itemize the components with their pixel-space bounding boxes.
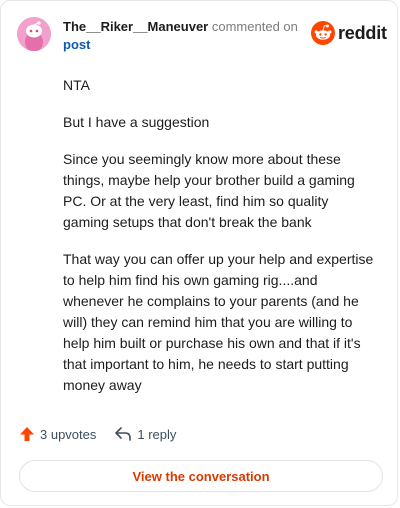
snoo-avatar-icon	[17, 17, 51, 51]
upvote-arrow-icon	[20, 427, 34, 441]
upvote-count[interactable]: 3 upvotes	[19, 426, 96, 442]
comment-paragraph: That way you can offer up your help and …	[63, 251, 374, 393]
comment-paragraph: Since you seemingly know more about thes…	[63, 151, 355, 230]
action-text: commented on	[211, 19, 298, 34]
upvote-label: 3 upvotes	[40, 426, 97, 442]
comment-body: NTA But I have a suggestion Since you se…	[63, 75, 375, 412]
embedded-comment-card: The__Riker__Maneuver commented on post r…	[0, 0, 398, 506]
reply-count[interactable]: 1 reply	[114, 426, 176, 442]
reddit-logo[interactable]: reddit	[311, 21, 387, 45]
reply-label: 1 reply	[137, 426, 177, 442]
comment-footer: 3 upvotes 1 reply	[19, 426, 194, 442]
comment-paragraph: NTA	[63, 77, 90, 93]
avatar[interactable]	[17, 17, 51, 51]
comment-paragraph: But I have a suggestion	[63, 114, 210, 130]
reply-arrow-icon	[115, 427, 132, 441]
username-link[interactable]: The__Riker__Maneuver	[63, 19, 208, 34]
reddit-wordmark: reddit	[338, 22, 387, 43]
view-conversation-button[interactable]: View the conversation	[19, 460, 383, 492]
reddit-alien-icon	[311, 21, 335, 45]
post-link[interactable]: post	[63, 36, 303, 54]
comment-header: The__Riker__Maneuver commented on post	[63, 18, 303, 54]
